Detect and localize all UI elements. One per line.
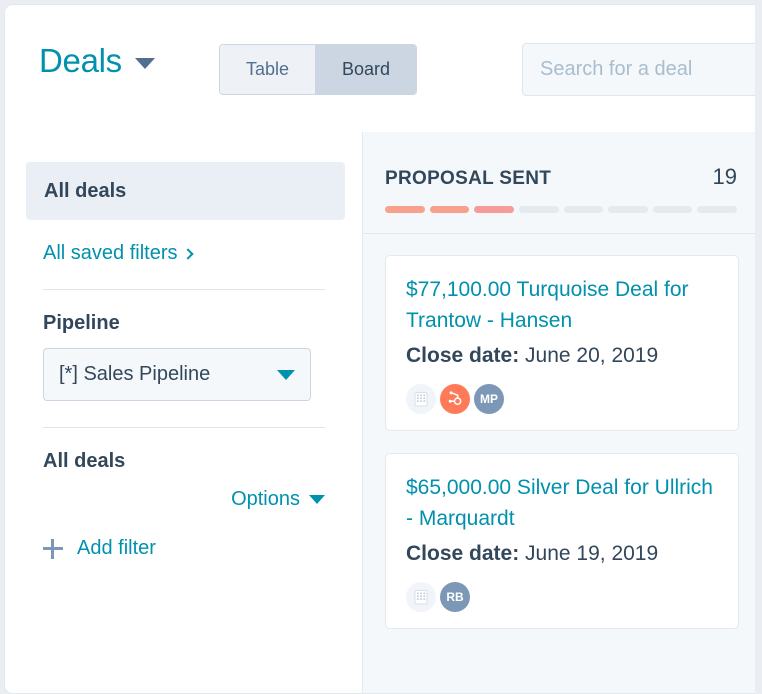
app-header: Deals Table Board — [5, 5, 755, 132]
avatar[interactable]: MP — [474, 384, 504, 414]
deal-card-title[interactable]: $65,000.00 Silver Deal for Ullrich - Mar… — [406, 472, 718, 534]
pipeline-label: Pipeline — [43, 312, 362, 335]
add-filter-label: Add filter — [77, 537, 156, 560]
close-date-value: June 19, 2019 — [525, 542, 658, 565]
company-icon[interactable] — [406, 582, 436, 612]
progress-segment — [653, 206, 693, 213]
pipeline-select-value: [*] Sales Pipeline — [59, 363, 277, 386]
all-saved-filters-link[interactable]: All saved filters — [43, 242, 362, 265]
options-dropdown[interactable]: Options — [43, 488, 325, 511]
deal-card-list: $77,100.00 Turquoise Deal for Trantow - … — [363, 234, 755, 629]
progress-segment — [608, 206, 648, 213]
sidebar-divider-2 — [43, 427, 325, 428]
page-title-dropdown[interactable]: Deals — [39, 42, 155, 80]
progress-segment — [474, 206, 514, 213]
tab-table[interactable]: Table — [220, 45, 315, 94]
deal-card-avatars: MP — [406, 384, 718, 414]
deal-card-title[interactable]: $77,100.00 Turquoise Deal for Trantow - … — [406, 274, 718, 336]
deal-card[interactable]: $77,100.00 Turquoise Deal for Trantow - … — [385, 255, 739, 431]
deal-card-close-date: Close date: June 20, 2019 — [406, 341, 718, 371]
progress-segment — [697, 206, 737, 213]
deal-card-avatars: RB — [406, 582, 718, 612]
deal-card[interactable]: $65,000.00 Silver Deal for Ullrich - Mar… — [385, 453, 739, 629]
chevron-down-icon[interactable] — [135, 58, 155, 69]
options-label: Options — [231, 488, 300, 511]
column-count: 19 — [713, 164, 737, 190]
deals-board: PROPOSAL SENT 19 — [362, 132, 755, 694]
app-body: All deals All saved filters Pipeline [*]… — [5, 132, 755, 694]
progress-segment — [519, 206, 559, 213]
search-input[interactable] — [522, 43, 755, 96]
board-column-proposal-sent: PROPOSAL SENT 19 — [362, 132, 755, 694]
deals-list-label: All deals — [43, 450, 362, 473]
page-title: Deals — [39, 42, 122, 80]
view-toggle-group[interactable]: Table Board — [219, 44, 417, 95]
close-date-value: June 20, 2019 — [525, 344, 658, 367]
sidebar-divider-1 — [43, 289, 325, 290]
sidebar-item-label: All deals — [44, 180, 126, 203]
stage-progress-bar — [385, 206, 737, 213]
progress-segment — [385, 206, 425, 213]
tab-board[interactable]: Board — [315, 45, 416, 94]
chevron-down-icon — [309, 495, 325, 504]
close-date-label: Close date: — [406, 344, 519, 367]
sidebar-item-all-deals[interactable]: All deals — [26, 162, 345, 220]
avatar[interactable]: RB — [440, 582, 470, 612]
hubspot-icon[interactable] — [440, 384, 470, 414]
column-header: PROPOSAL SENT 19 — [363, 132, 755, 234]
chevron-right-icon — [182, 248, 193, 259]
progress-segment — [564, 206, 604, 213]
all-saved-filters-label: All saved filters — [43, 242, 178, 265]
progress-segment — [430, 206, 470, 213]
chevron-down-icon — [277, 370, 295, 380]
close-date-label: Close date: — [406, 542, 519, 565]
pipeline-select[interactable]: [*] Sales Pipeline — [43, 348, 311, 401]
plus-icon — [43, 539, 63, 559]
deal-card-close-date: Close date: June 19, 2019 — [406, 539, 718, 569]
column-title: PROPOSAL SENT — [385, 168, 551, 190]
add-filter-button[interactable]: Add filter — [43, 537, 362, 560]
filters-sidebar: All deals All saved filters Pipeline [*]… — [5, 132, 362, 694]
company-icon[interactable] — [406, 384, 436, 414]
deals-app-window: Deals Table Board All deals All saved fi… — [4, 4, 755, 694]
